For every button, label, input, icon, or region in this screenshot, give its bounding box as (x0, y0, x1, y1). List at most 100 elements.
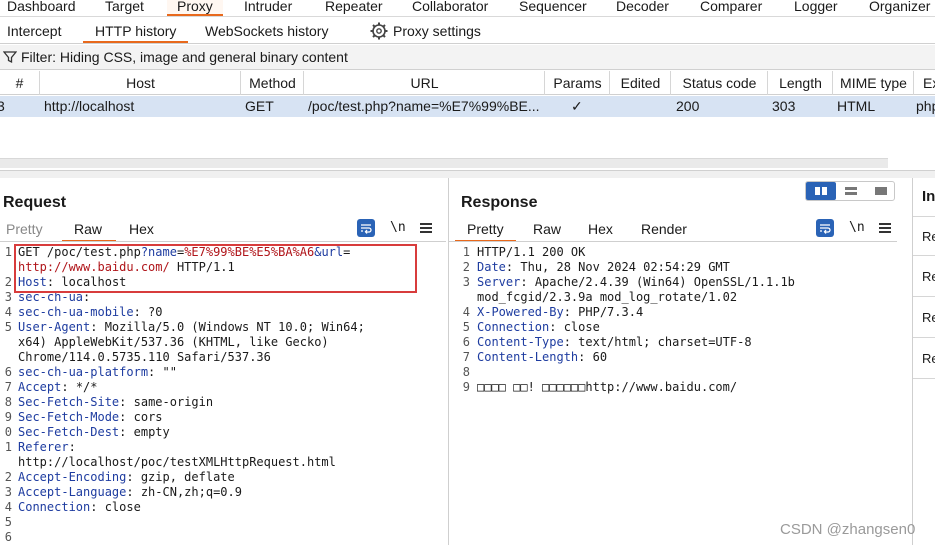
response-line: Content-Length: 60 (477, 350, 608, 364)
line-number: 1 (462, 245, 470, 259)
line-number: 9 (462, 380, 470, 394)
side-by-side-layout-icon[interactable] (806, 182, 836, 200)
response-editor[interactable]: HTTP/1.1 200 OK Date: Thu, 28 Nov 2024 02… (477, 245, 897, 395)
split-divider[interactable] (0, 170, 935, 178)
menu-icon[interactable] (879, 223, 891, 233)
col-edited[interactable]: Edited (611, 71, 671, 95)
table-horizontal-scrollbar[interactable] (0, 158, 888, 168)
table-row[interactable]: 3 http://localhost GET /poc/test.php?nam… (0, 96, 935, 117)
request-title: Request (3, 194, 67, 211)
tab-logger[interactable]: Logger (794, 0, 838, 16)
response-tab-raw[interactable]: Raw (533, 221, 561, 237)
line-number: 6 (4, 365, 12, 379)
line-number: 1 (4, 245, 12, 259)
tab-comparer[interactable]: Comparer (700, 0, 762, 16)
line-number (458, 290, 470, 305)
tab-decoder[interactable]: Decoder (616, 0, 669, 16)
request-line: Accept: */* (18, 380, 98, 394)
col-method[interactable]: Method (242, 71, 304, 95)
request-tab-raw[interactable]: Raw (62, 221, 117, 242)
col-length[interactable]: Length (769, 71, 833, 95)
tab-collaborator[interactable]: Collaborator (412, 0, 488, 16)
response-line: HTTP/1.1 200 OK (477, 245, 586, 259)
request-line: http://localhost/poc/testXMLHttpRequest.… (18, 455, 336, 469)
tab-target[interactable]: Target (105, 0, 144, 16)
line-number: 6 (4, 530, 12, 544)
request-line: Sec-Fetch-Dest: empty (18, 425, 170, 439)
col-params[interactable]: Params (546, 71, 610, 95)
line-number: 7 (462, 350, 470, 364)
newline-toggle-icon[interactable]: \n (390, 220, 406, 235)
line-number: 1 (4, 440, 12, 454)
response-line (477, 365, 897, 380)
tab-intercept[interactable]: Intercept (7, 23, 61, 39)
request-line: Sec-Fetch-Site: same-origin (18, 395, 214, 409)
filter-bar[interactable]: Filter: Hiding CSS, image and general bi… (0, 45, 935, 70)
inspector-card[interactable]: Re (913, 298, 935, 338)
layout-toggle (805, 181, 895, 201)
line-number: 5 (4, 320, 12, 334)
line-number: 4 (462, 305, 470, 319)
row-method: GET (245, 98, 274, 114)
col-number[interactable]: # (0, 71, 40, 95)
col-mime-type[interactable]: MIME type (834, 71, 914, 95)
gear-icon[interactable] (370, 22, 388, 40)
wrap-lines-icon[interactable] (357, 219, 375, 237)
request-line (18, 515, 438, 530)
tab-organizer[interactable]: Organizer (869, 0, 930, 16)
request-line: sec-ch-ua-platform: "" (18, 365, 177, 379)
response-line: Date: Thu, 28 Nov 2024 02:54:29 GMT (477, 260, 730, 274)
tab-dashboard[interactable]: Dashboard (7, 0, 76, 16)
line-number: 5 (462, 320, 470, 334)
response-line-numbers: 123 456789 (458, 245, 470, 395)
line-number: 3 (4, 485, 12, 499)
inspector-card[interactable]: Re (913, 257, 935, 297)
response-line: Connection: close (477, 320, 600, 334)
col-status-code[interactable]: Status code (672, 71, 768, 95)
request-tab-pretty[interactable]: Pretty (6, 221, 43, 237)
inspector-title: In (922, 188, 935, 205)
menu-icon[interactable] (420, 223, 432, 233)
response-line: Content-Type: text/html; charset=UTF-8 (477, 335, 752, 349)
col-host[interactable]: Host (41, 71, 241, 95)
tab-http-history[interactable]: HTTP history (83, 23, 189, 43)
row-extension: php (916, 98, 935, 114)
inspector-card[interactable]: Re (913, 339, 935, 379)
col-extension[interactable]: Ex (915, 71, 935, 95)
request-line: x64) AppleWebKit/537.36 (KHTML, like Gec… (18, 335, 329, 349)
request-line: User-Agent: Mozilla/5.0 (Windows NT 10.0… (18, 320, 365, 334)
response-title: Response (461, 194, 538, 211)
proxy-sub-tab-bar: Intercept HTTP history WebSockets histor… (0, 18, 935, 44)
proxy-settings-button[interactable]: Proxy settings (393, 23, 481, 39)
request-line: Accept-Language: zh-CN,zh;q=0.9 (18, 485, 242, 499)
col-url[interactable]: URL (305, 71, 545, 95)
single-layout-icon[interactable] (866, 182, 896, 200)
request-line: Referer: (18, 440, 76, 454)
tab-websockets-history[interactable]: WebSockets history (205, 23, 328, 39)
line-number: 9 (4, 410, 12, 424)
response-tab-hex[interactable]: Hex (588, 221, 613, 237)
response-tab-pretty[interactable]: Pretty (455, 221, 516, 242)
row-status: 200 (676, 98, 700, 114)
request-line: sec-ch-ua-mobile: ?0 (18, 305, 163, 319)
request-line (18, 530, 438, 545)
line-number (0, 335, 12, 350)
line-number: 3 (4, 290, 12, 304)
row-host: http://localhost (44, 98, 135, 114)
stacked-layout-icon[interactable] (836, 182, 866, 200)
top-tab-bar: Dashboard Target Proxy Intruder Repeater… (0, 0, 935, 17)
tab-sequencer[interactable]: Sequencer (519, 0, 587, 16)
line-number: 0 (4, 425, 12, 439)
tab-repeater[interactable]: Repeater (325, 0, 383, 16)
response-tab-render[interactable]: Render (641, 221, 687, 237)
inspector-card[interactable]: Re (913, 216, 935, 256)
request-tab-hex[interactable]: Hex (129, 221, 154, 237)
tab-intruder[interactable]: Intruder (244, 0, 292, 16)
newline-toggle-icon[interactable]: \n (849, 220, 865, 235)
inspector-panel: In Re Re Re Re (912, 178, 935, 545)
wrap-lines-icon[interactable] (816, 219, 834, 237)
response-editor-top-border (449, 241, 897, 242)
tab-proxy[interactable]: Proxy (167, 0, 223, 16)
panel-divider[interactable] (448, 178, 449, 545)
response-line: mod_fcgid/2.3.9a mod_log_rotate/1.02 (477, 290, 738, 304)
